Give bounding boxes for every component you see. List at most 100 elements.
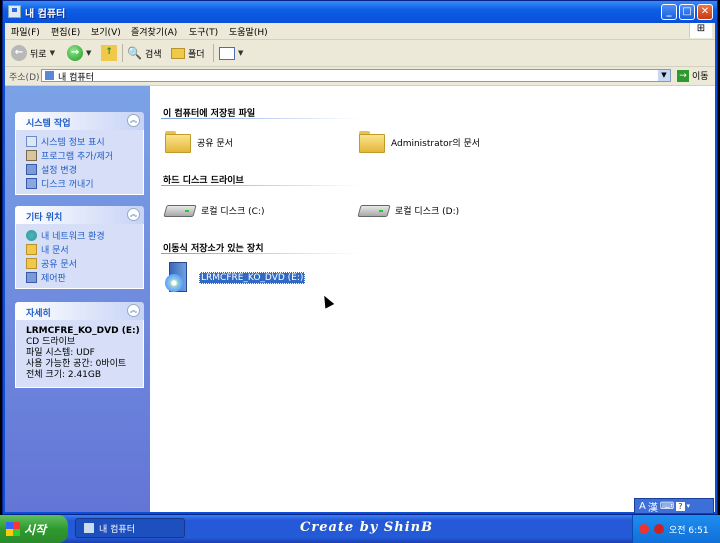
hanja-mode[interactable]: 漢 <box>648 499 658 514</box>
credit-text: Create by ShinB <box>300 520 434 535</box>
menu-bar: 파일(F) 편집(E) 보기(V) 즐겨찾기(A) 도구(T) 도움말(H) ⊞ <box>5 23 715 40</box>
collapse-icon[interactable]: ︽ <box>127 114 140 127</box>
task-pane: 시스템 작업 ︽ 시스템 정보 표시 프로그램 추가/제거 설정 변경 디스크 … <box>5 86 150 512</box>
up-folder-icon: ↑ <box>101 45 117 61</box>
language-bar[interactable]: A 漢 ⌨ ? ▾ <box>634 498 714 514</box>
close-button[interactable]: ✕ <box>697 4 713 20</box>
hard-drive-icon <box>359 201 389 219</box>
folders-label: 폴더 <box>188 49 205 60</box>
detail-free-space: 사용 가능한 공간: 0바이트 <box>26 359 127 369</box>
place-control-panel[interactable]: 제어판 <box>16 270 143 284</box>
task-change-settings[interactable]: 설정 변경 <box>16 162 143 176</box>
menu-view[interactable]: 보기(V) <box>91 25 121 38</box>
my-computer-icon <box>8 5 21 18</box>
collapse-icon[interactable]: ︽ <box>127 208 140 221</box>
control-panel-icon <box>26 271 37 283</box>
menu-edit[interactable]: 편집(E) <box>51 25 80 38</box>
search-label: 검색 <box>144 49 162 60</box>
task-eject-disc[interactable]: 디스크 꺼내기 <box>16 176 143 190</box>
drive-d[interactable]: 로컬 디스크 (D:) <box>359 201 459 219</box>
detail-type: CD 드라이브 <box>26 337 76 347</box>
up-folder-button[interactable]: ↑ <box>101 44 117 62</box>
content-pane: 이 컴퓨터에 저장된 파일 공유 문서 Administrator의 문서 하드… <box>151 86 715 512</box>
folders-button[interactable]: 폴더 <box>171 44 205 62</box>
views-icon <box>219 46 235 60</box>
admin-documents-folder[interactable]: Administrator의 문서 <box>359 131 480 153</box>
chevron-down-icon: ▼ <box>86 49 92 57</box>
search-button[interactable]: 🔍 검색 <box>127 44 162 62</box>
tray-sound-icon[interactable] <box>639 524 649 534</box>
explorer-window: 내 컴퓨터 _ □ ✕ 파일(F) 편집(E) 보기(V) 즐겨찾기(A) 도구… <box>2 0 718 515</box>
folder-icon <box>359 131 385 153</box>
tray-security-icon[interactable] <box>654 524 664 534</box>
folder-icon <box>165 131 191 153</box>
minimize-button[interactable]: _ <box>661 4 677 20</box>
programs-icon <box>26 149 37 161</box>
panel-header[interactable]: 자세히 ︽ <box>15 302 144 320</box>
address-bar: 주소(D) 내 컴퓨터 ▼ → 이동 <box>5 67 715 86</box>
options-icon[interactable]: ▾ <box>687 502 691 510</box>
clock[interactable]: 오전 6:51 <box>669 523 709 536</box>
folder-icon <box>171 47 185 59</box>
window-body: 파일(F) 편집(E) 보기(V) 즐겨찾기(A) 도구(T) 도움말(H) ⊞… <box>5 23 715 512</box>
maximize-button[interactable]: □ <box>679 4 695 20</box>
my-computer-icon <box>45 71 54 80</box>
eject-icon <box>26 177 37 189</box>
panel-title: 자세히 <box>26 309 51 319</box>
drive-e-dvd[interactable]: LRMCFRE_KO_DVD (E:) <box>165 262 306 294</box>
address-label: 주소(D) <box>9 73 40 83</box>
place-my-documents[interactable]: 내 문서 <box>16 242 143 256</box>
address-value: 내 컴퓨터 <box>58 73 94 83</box>
place-network[interactable]: 내 네트워크 환경 <box>16 228 143 242</box>
menu-favorites[interactable]: 즐겨찾기(A) <box>131 25 177 38</box>
folder-icon <box>26 243 37 255</box>
address-field[interactable]: 내 컴퓨터 ▼ <box>41 69 671 83</box>
dvd-drive-icon <box>165 262 193 294</box>
task-add-remove-programs[interactable]: 프로그램 추가/제거 <box>16 148 143 162</box>
go-arrow-icon: → <box>677 69 689 82</box>
place-shared-documents[interactable]: 공유 문서 <box>16 256 143 270</box>
menu-help[interactable]: 도움말(H) <box>229 25 268 38</box>
start-button[interactable]: 시작 <box>0 515 68 543</box>
panel-header[interactable]: 시스템 작업 ︽ <box>15 112 144 130</box>
task-system-info[interactable]: 시스템 정보 표시 <box>16 134 143 148</box>
detail-filesystem: 파일 시스템: UDF <box>26 348 95 358</box>
go-button[interactable]: → 이동 <box>677 69 709 82</box>
go-label: 이동 <box>692 72 709 82</box>
detail-total-size: 전체 크기: 2.41GB <box>26 370 102 380</box>
window-title: 내 컴퓨터 <box>25 9 66 20</box>
collapse-icon[interactable]: ︽ <box>127 304 140 317</box>
system-tray: 오전 6:51 <box>632 515 720 543</box>
back-label: 뒤로 <box>30 49 47 60</box>
panel-header[interactable]: 기타 위치 ︽ <box>15 206 144 224</box>
other-places-panel: 기타 위치 ︽ 내 네트워크 환경 내 문서 공유 문서 제어판 <box>15 206 144 289</box>
back-button[interactable]: ← 뒤로 ▼ <box>11 44 55 62</box>
keyboard-icon[interactable]: ⌨ <box>660 501 674 512</box>
help-icon[interactable]: ? <box>676 501 685 511</box>
my-computer-icon <box>84 523 94 533</box>
address-dropdown[interactable]: ▼ <box>658 70 670 81</box>
detail-name: LRMCFRE_KO_DVD (E:) <box>26 326 140 336</box>
shared-documents-folder[interactable]: 공유 문서 <box>165 131 233 153</box>
forward-button[interactable]: → ▼ <box>67 44 91 62</box>
menu-file[interactable]: 파일(F) <box>11 25 40 38</box>
windows-flag-icon <box>6 522 20 536</box>
forward-arrow-icon: → <box>67 45 83 61</box>
panel-title: 시스템 작업 <box>26 119 71 129</box>
taskbar: 시작 내 컴퓨터 Create by ShinB 오전 6:51 <box>0 515 720 543</box>
input-mode[interactable]: A <box>639 501 646 512</box>
windows-logo-icon: ⊞ <box>689 23 712 38</box>
views-button[interactable]: ▼ <box>219 44 243 62</box>
network-icon <box>26 229 37 241</box>
details-panel: 자세히 ︽ LRMCFRE_KO_DVD (E:) CD 드라이브 파일 시스템… <box>15 302 144 388</box>
drive-c[interactable]: 로컬 디스크 (C:) <box>165 201 264 219</box>
folder-icon <box>26 257 37 269</box>
panel-title: 기타 위치 <box>26 213 63 223</box>
menu-tools[interactable]: 도구(T) <box>189 25 218 38</box>
toolbar: ← 뒤로 ▼ → ▼ ↑ 🔍 검색 폴더 ▼ <box>5 40 715 67</box>
back-arrow-icon: ← <box>11 45 27 61</box>
taskbar-item-my-computer[interactable]: 내 컴퓨터 <box>75 518 185 538</box>
info-icon <box>26 135 37 147</box>
search-icon: 🔍 <box>127 46 142 60</box>
title-bar[interactable]: 내 컴퓨터 _ □ ✕ <box>3 1 717 23</box>
